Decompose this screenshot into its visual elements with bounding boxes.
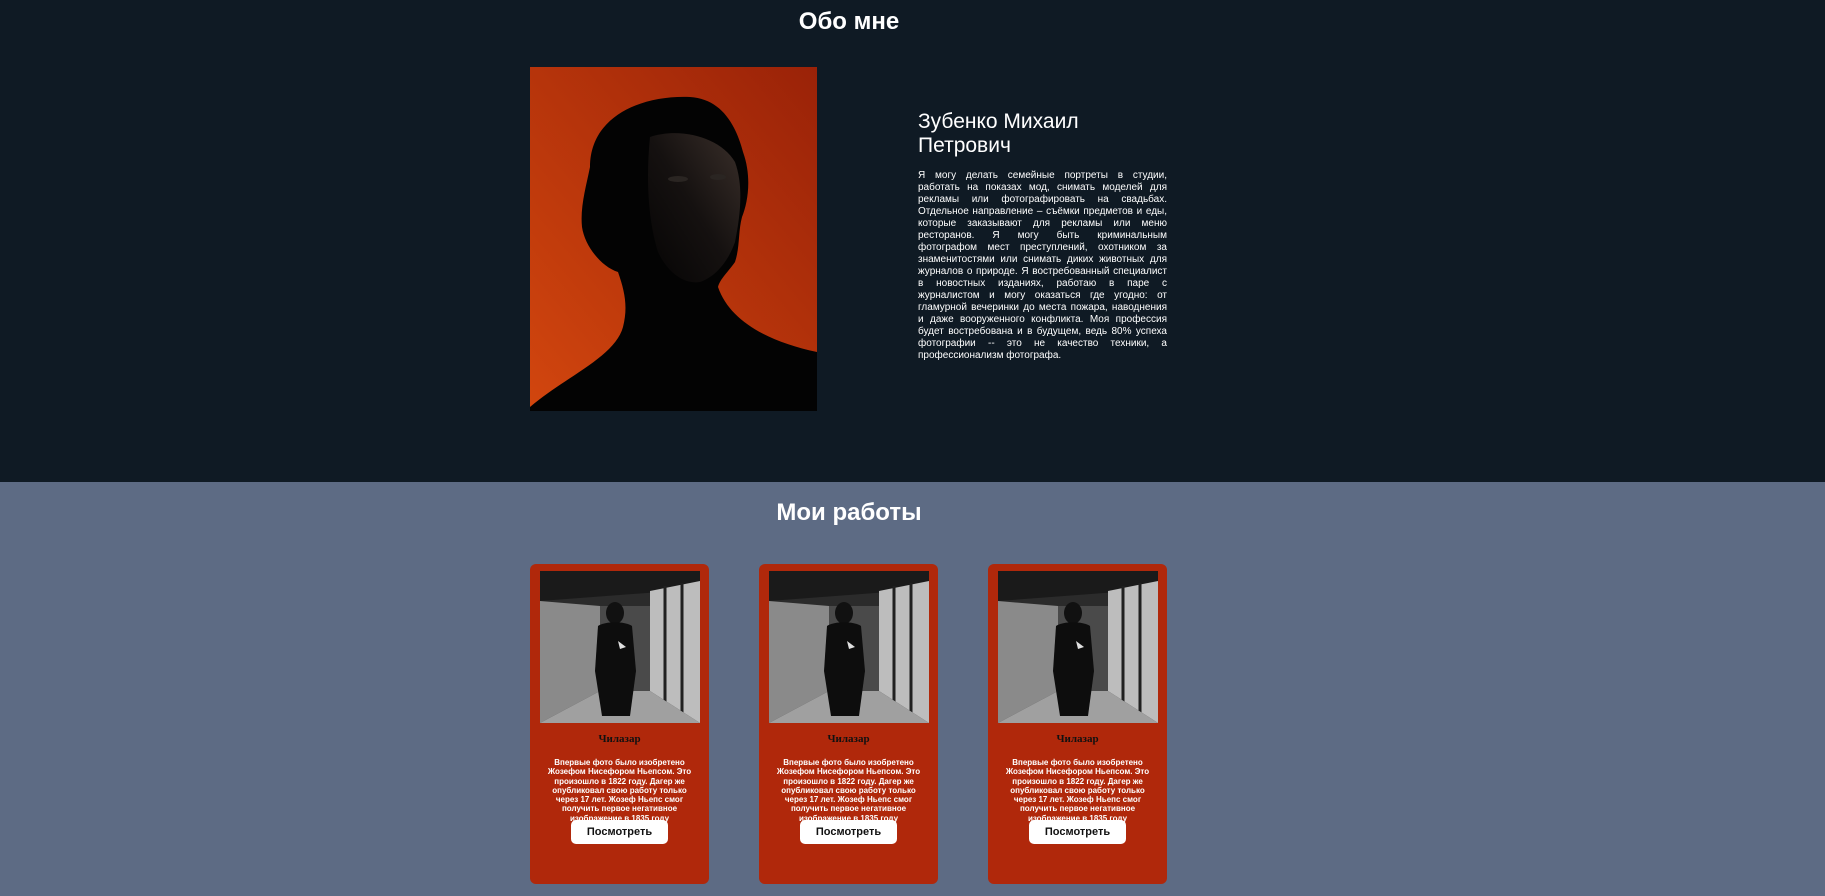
view-button[interactable]: Посмотреть xyxy=(571,820,668,844)
view-button[interactable]: Посмотреть xyxy=(1029,820,1126,844)
work-title: Чилазар xyxy=(827,733,870,745)
works-section: Мои работы Чилазар Впервые фото было изо… xyxy=(0,482,1825,896)
work-photo xyxy=(769,571,929,723)
work-description: Впервые фото было изобретено Жозефом Нис… xyxy=(776,758,921,823)
work-card: Чилазар Впервые фото было изобретено Жоз… xyxy=(988,564,1167,884)
about-section: Обо мне Зубенко Михаил Петрович Я могу д… xyxy=(0,0,1825,482)
work-title: Чилазар xyxy=(598,733,641,745)
work-photo xyxy=(998,571,1158,723)
work-card: Чилазар Впервые фото было изобретено Жоз… xyxy=(759,564,938,884)
view-button[interactable]: Посмотреть xyxy=(800,820,897,844)
about-title: Обо мне xyxy=(798,8,900,35)
work-description: Впервые фото было изобретено Жозефом Нис… xyxy=(547,758,692,823)
work-description: Впервые фото было изобретено Жозефом Нис… xyxy=(1005,758,1150,823)
portrait-photo xyxy=(530,67,817,411)
work-title: Чилазар xyxy=(1056,733,1099,745)
work-card: Чилазар Впервые фото было изобретено Жоз… xyxy=(530,564,709,884)
photographer-name: Зубенко Михаил Петрович xyxy=(918,110,1079,157)
work-photo xyxy=(540,571,700,723)
works-title: Мои работы xyxy=(776,499,922,526)
bio-text: Я могу делать семейные портреты в студии… xyxy=(918,170,1167,361)
